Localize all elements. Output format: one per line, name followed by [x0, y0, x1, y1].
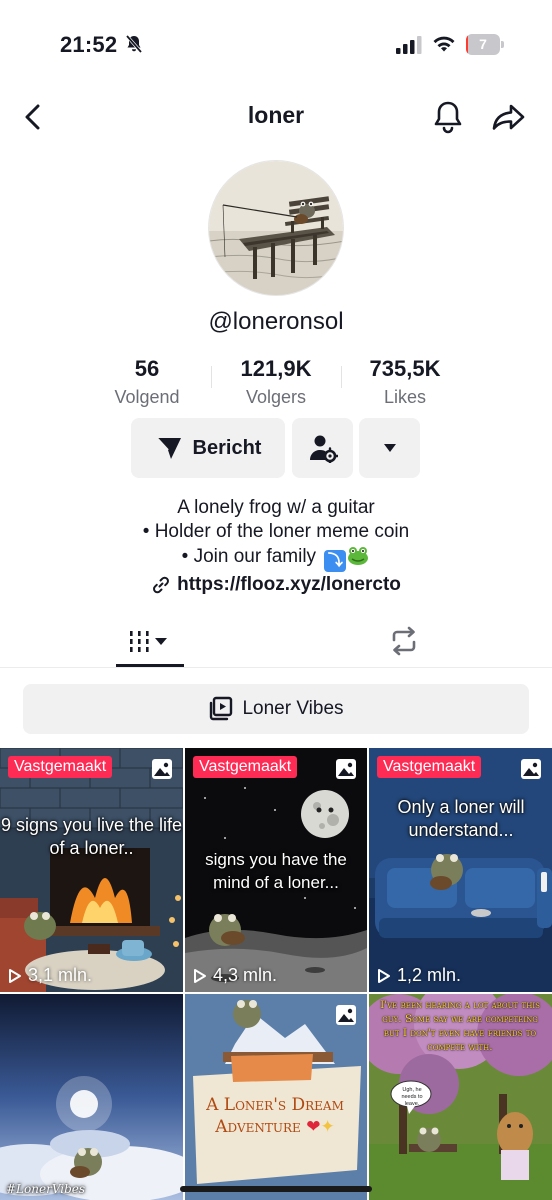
more-button[interactable] [359, 418, 420, 478]
view-count: 4,3 mln. [193, 965, 277, 986]
view-count: 1,2 mln. [377, 965, 461, 986]
battery-percent: 7 [479, 36, 487, 52]
view-count-text: 1,2 mln. [397, 965, 462, 985]
photo-icon [152, 759, 172, 779]
profile-link-text: https://flooz.xyz/lonercto [177, 574, 401, 595]
video-caption-line: Adventure ❤✦ [195, 1116, 355, 1138]
video-thumbnail[interactable]: A Loner's Dream Adventure ❤✦ [185, 994, 367, 1200]
friend-settings-button[interactable] [292, 418, 353, 478]
battery-icon: 7 [466, 34, 504, 55]
stat-likes-value: 735,5K [369, 356, 441, 381]
wifi-icon [433, 36, 455, 52]
play-icon [378, 968, 390, 983]
avatar-image [209, 161, 343, 295]
tab-videos[interactable] [116, 624, 184, 660]
grid-icon [130, 631, 167, 652]
content-tabs [0, 614, 552, 668]
status-bar: 21:52 7 [0, 0, 552, 90]
stat-likes[interactable]: 735,5K Likes [335, 356, 475, 410]
video-thumbnail[interactable]: Vastgemaakt 9 signs you live the life of… [0, 748, 183, 992]
bell-icon[interactable] [430, 98, 466, 136]
pinned-badge: Vastgemaakt [8, 756, 113, 778]
status-time: 21:52 [60, 32, 118, 57]
stat-followers-value: 121,9K [240, 356, 312, 381]
view-count-text: 3,1 mln. [28, 965, 93, 985]
top-nav: loner [0, 92, 552, 142]
video-thumbnail[interactable]: I've been hearing a lot about this guy. … [369, 994, 552, 1200]
playlist-label: Loner Vibes [242, 698, 344, 719]
signal-icon [396, 36, 422, 54]
view-count-text: 4,3 mln. [213, 965, 278, 985]
share-icon[interactable] [490, 100, 528, 134]
playlist-button[interactable]: Loner Vibes [23, 684, 529, 734]
bell-slash-icon [125, 34, 143, 54]
stat-following[interactable]: 56 Volgend [77, 356, 217, 410]
tab-reposts[interactable] [384, 624, 424, 658]
stat-likes-label: Likes [383, 387, 427, 407]
video-caption-line: A Loner's Dream [206, 1095, 344, 1115]
home-indicator [180, 1186, 372, 1192]
repost-icon [392, 626, 416, 656]
pinned-badge: Vastgemaakt [193, 756, 298, 778]
video-thumbnail-image [0, 748, 183, 992]
username: @loneronsol [208, 308, 344, 335]
message-button[interactable]: Bericht [131, 418, 285, 478]
video-caption: signs you have the mind of a loner... [205, 850, 347, 892]
video-thumbnail[interactable]: Vastgemaakt Only a loner will understand… [369, 748, 552, 992]
stat-following-label: Volgend [114, 387, 180, 407]
pinned-badge: Vastgemaakt [377, 756, 482, 778]
bio: A lonely frog w/ a guitar • Holder of th… [0, 496, 552, 572]
video-thumbnail-image [0, 994, 183, 1200]
video-caption-line-text: Adventure [215, 1117, 301, 1137]
view-count: 3,1 mln. [8, 965, 92, 986]
user-gear-icon [309, 435, 338, 463]
photo-icon [336, 759, 356, 779]
profile-link[interactable]: https://flooz.xyz/lonercto [0, 574, 552, 596]
caret-down-icon [383, 444, 396, 452]
page-title: loner [247, 102, 305, 128]
bio-line: • Holder of the loner meme coin [142, 521, 410, 542]
video-caption: 9 signs you live the life of a loner.. [0, 815, 183, 858]
video-caption: A Loner's Dream Adventure ❤✦ [195, 1094, 355, 1138]
video-caption: Only a loner will understand... [397, 797, 525, 840]
heart-emoji-icon: ❤ [306, 1117, 321, 1137]
photo-icon [336, 1005, 356, 1025]
video-thumbnail[interactable]: Vastgemaakt signs you have the mind of a… [185, 748, 367, 992]
play-icon [9, 968, 21, 983]
speech-bubble-text: Ugh, he needs to leave. [401, 1087, 423, 1107]
video-caption: I've been hearing a lot about this guy. … [380, 999, 540, 1053]
video-caption: #LonerVibes [6, 1182, 86, 1196]
bio-line: • Join our family ⤵ [0, 544, 552, 572]
stat-followers[interactable]: 121,9K Volgers [206, 356, 346, 410]
video-thumbnail-image [369, 748, 552, 992]
play-icon [194, 968, 206, 983]
avatar[interactable] [208, 160, 344, 296]
bio-line-text: • Join our family [181, 546, 317, 567]
arrow-down-emoji-icon: ⤵ [324, 550, 347, 572]
video-thumbnail[interactable]: #LonerVibes [0, 994, 183, 1200]
tab-active-indicator [116, 664, 184, 667]
playlist-icon [210, 696, 233, 721]
photo-icon [521, 759, 541, 779]
stat-followers-label: Volgers [245, 387, 307, 407]
link-icon [153, 576, 170, 594]
sparkle-icon: ✦ [320, 1117, 335, 1137]
stat-following-value: 56 [134, 356, 160, 381]
frog-emoji-icon [348, 547, 369, 565]
bio-line: A lonely frog w/ a guitar [177, 497, 375, 518]
message-button-label: Bericht [192, 436, 262, 459]
send-icon [155, 437, 181, 459]
